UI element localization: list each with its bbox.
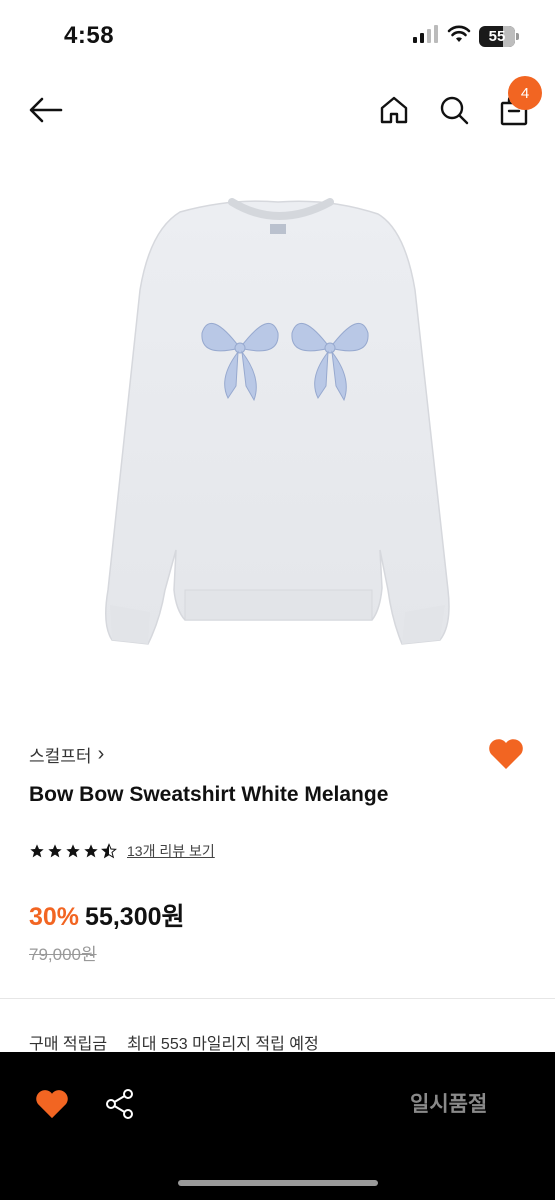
- points-info: 구매 적립금 최대 553 마일리지 적립 예정: [29, 1030, 319, 1054]
- product-image[interactable]: [0, 150, 555, 710]
- back-arrow-icon: [29, 97, 63, 123]
- points-value: 최대 553 마일리지 적립 예정: [127, 1036, 319, 1053]
- signal-icon: [413, 25, 439, 48]
- brand-link[interactable]: 스컬프터 ›: [29, 742, 104, 767]
- status-bar: 4:58 55: [0, 0, 555, 70]
- battery-indicator: 55: [479, 26, 519, 47]
- home-indicator[interactable]: [178, 1180, 378, 1186]
- heart-icon: [489, 739, 523, 769]
- bottom-action-bar: 일시품절: [0, 1052, 555, 1200]
- status-time: 4:58: [64, 22, 115, 49]
- discount-rate: 30%: [29, 903, 80, 931]
- home-icon: [380, 96, 408, 124]
- back-button[interactable]: [24, 88, 68, 132]
- wishlist-button[interactable]: [486, 734, 526, 774]
- share-button[interactable]: [98, 1082, 142, 1126]
- sold-out-button[interactable]: 일시품절: [410, 1088, 487, 1118]
- star-icon: [84, 844, 98, 858]
- divider: [0, 998, 555, 999]
- sale-price: 55,300원: [85, 903, 185, 931]
- star-icon: [66, 844, 80, 858]
- chevron-right-icon: ›: [97, 743, 105, 765]
- cart-count-badge: 4: [508, 76, 542, 110]
- sweatshirt-image: [105, 198, 450, 645]
- battery-level: 55: [488, 28, 506, 45]
- star-icon: [30, 844, 44, 858]
- star-half-icon: [101, 843, 117, 859]
- product-title: Bow Bow Sweatshirt White Melange: [29, 783, 389, 806]
- status-icons: 55: [413, 25, 519, 48]
- share-icon: [106, 1089, 133, 1119]
- star-rating: [29, 843, 117, 859]
- star-icon: [48, 844, 62, 858]
- reviews-link[interactable]: 13개 리뷰 보기: [127, 841, 215, 861]
- price-row: 30% 55,300원: [29, 897, 185, 933]
- heart-icon: [36, 1090, 68, 1119]
- brand-name: 스컬프터: [29, 747, 92, 766]
- wifi-icon: [447, 25, 471, 48]
- search-icon: [440, 96, 469, 125]
- top-navigation: [0, 80, 555, 140]
- rating-row: 13개 리뷰 보기: [29, 841, 215, 861]
- points-label: 구매 적립금: [29, 1036, 108, 1053]
- bottom-wishlist-button[interactable]: [30, 1082, 74, 1126]
- original-price: 79,000원: [29, 945, 97, 964]
- search-button[interactable]: [432, 88, 476, 132]
- home-button[interactable]: [372, 88, 416, 132]
